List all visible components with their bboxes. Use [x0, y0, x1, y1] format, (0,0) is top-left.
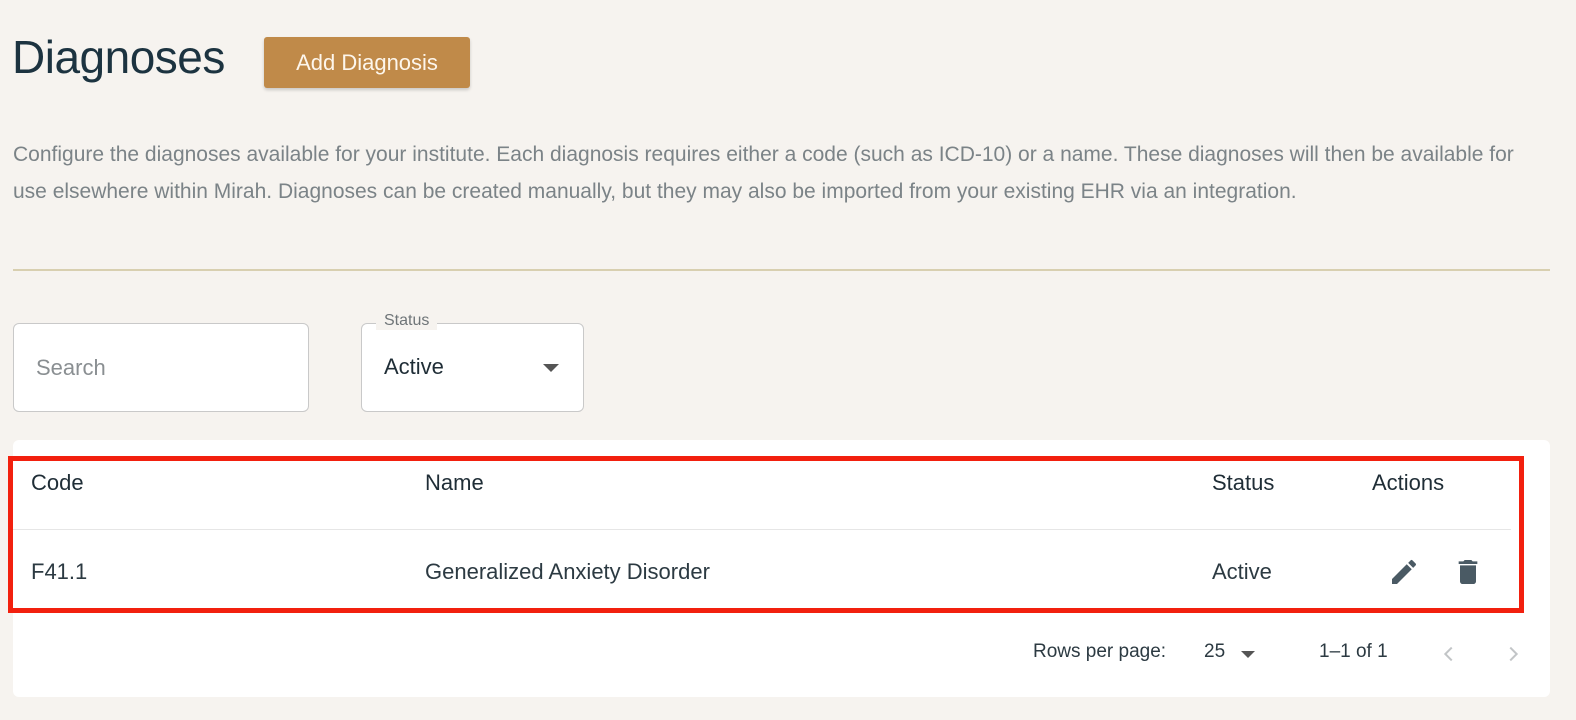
page-title: Diagnoses	[12, 31, 225, 83]
status-label: Status	[376, 312, 438, 330]
caret-down-icon[interactable]	[1241, 651, 1255, 658]
column-header-actions: Actions	[1372, 470, 1445, 495]
rows-per-page-select[interactable]: 25	[1204, 641, 1225, 663]
add-diagnosis-button[interactable]: Add Diagnosis	[264, 37, 470, 88]
column-header-code[interactable]: Code	[31, 470, 84, 496]
column-header-name[interactable]: Name	[425, 470, 484, 496]
diagnoses-page: Diagnoses Add Diagnosis Configure the di…	[0, 0, 1576, 720]
row-name: Generalized Anxiety Disorder	[425, 559, 710, 584]
chevron-left-icon[interactable]	[1433, 638, 1465, 670]
status-value: Active	[384, 354, 444, 379]
caret-down-icon	[543, 364, 559, 372]
section-divider	[13, 269, 1550, 271]
column-header-status[interactable]: Status	[1212, 470, 1274, 496]
pencil-icon[interactable]	[1387, 555, 1421, 589]
row-status: Active	[1212, 559, 1272, 584]
status-select[interactable]: Status Active	[361, 312, 584, 412]
header-divider	[13, 529, 1511, 530]
row-code: F41.1	[31, 559, 88, 584]
trash-icon[interactable]	[1451, 555, 1485, 589]
chevron-right-icon[interactable]	[1497, 638, 1529, 670]
rows-per-page-label: Rows per page:	[1033, 641, 1167, 662]
search-placeholder: Search	[36, 354, 106, 380]
page-description: Configure the diagnoses available for yo…	[13, 143, 1514, 203]
search-input[interactable]: Search	[13, 323, 309, 412]
pagination-range: 1–1 of 1	[1319, 641, 1388, 662]
